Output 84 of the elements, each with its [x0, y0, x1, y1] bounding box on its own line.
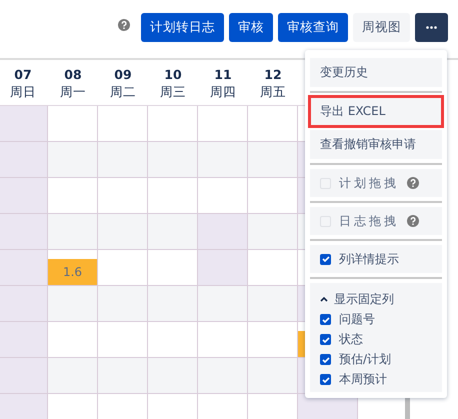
calendar-cell[interactable]: [198, 250, 248, 286]
toggle-label: 计划拖拽: [339, 174, 399, 192]
calendar-cell[interactable]: [0, 322, 48, 358]
calendar-cell[interactable]: [98, 178, 148, 214]
column-label: 本周预计: [339, 371, 387, 388]
calendar-cell[interactable]: [98, 106, 148, 142]
menu-item[interactable]: 变更历史: [310, 58, 442, 87]
calendar-cell[interactable]: [0, 358, 48, 394]
day-number: 11: [214, 66, 232, 82]
column-label: 预估/计划: [339, 351, 392, 368]
weekday-label: 周五: [260, 82, 286, 100]
toolbar-button[interactable]: 周视图: [353, 12, 410, 42]
caret-up-icon: [320, 296, 328, 302]
more-icon: [426, 26, 437, 28]
calendar-cell[interactable]: [198, 286, 248, 322]
calendar-cell[interactable]: [148, 178, 198, 214]
calendar-cell[interactable]: [0, 250, 48, 286]
calendar-cell[interactable]: [248, 106, 298, 142]
day-number: 12: [264, 66, 282, 82]
calendar-cell[interactable]: [198, 214, 248, 250]
weekday-label: 周二: [110, 82, 136, 100]
toolbar-button[interactable]: 审核查询: [278, 12, 348, 42]
column-label: 状态: [339, 331, 363, 348]
calendar-cell[interactable]: [198, 358, 248, 394]
calendar-cell[interactable]: [248, 142, 298, 178]
day-number: 07: [14, 66, 32, 82]
menu-item[interactable]: 查看撤销审核申请: [310, 130, 442, 159]
calendar-cell[interactable]: [198, 106, 248, 142]
calendar-cell[interactable]: [48, 178, 98, 214]
weekday-label: 周三: [160, 82, 186, 100]
calendar-cell[interactable]: [48, 214, 98, 250]
calendar-cell[interactable]: [48, 286, 98, 322]
weekday-label: 周日: [10, 82, 36, 100]
weekday-label: 周一: [60, 82, 86, 100]
calendar-cell[interactable]: [248, 250, 298, 286]
calendar-cell[interactable]: [248, 214, 298, 250]
calendar-cell[interactable]: [0, 142, 48, 178]
calendar-cell[interactable]: [98, 358, 148, 394]
toolbar-button[interactable]: 审核: [229, 12, 273, 42]
calendar-cell[interactable]: [198, 178, 248, 214]
calendar-cell[interactable]: [98, 142, 148, 178]
toggle-label: 列详情提示: [339, 250, 399, 268]
calendar-cell[interactable]: [248, 178, 298, 214]
calendar-cell[interactable]: [148, 214, 198, 250]
calendar-cell[interactable]: [98, 322, 148, 358]
checkbox[interactable]: [320, 334, 331, 345]
calendar-cell[interactable]: [0, 286, 48, 322]
column-label: 问题号: [339, 311, 375, 328]
checkbox[interactable]: [320, 354, 331, 365]
calendar-cell[interactable]: [148, 250, 198, 286]
toggle-label: 日志拖拽: [339, 212, 399, 230]
calendar-cell[interactable]: [148, 286, 198, 322]
calendar-cell[interactable]: [98, 214, 148, 250]
checkbox[interactable]: [320, 254, 331, 264]
help-icon: [118, 19, 130, 31]
calendar-cell[interactable]: [48, 106, 98, 142]
calendar-cell[interactable]: [198, 322, 248, 358]
checkbox[interactable]: [320, 374, 331, 385]
calendar-cell[interactable]: [48, 142, 98, 178]
calendar-cell[interactable]: [148, 358, 198, 394]
checkbox[interactable]: [320, 314, 331, 325]
calendar-cell[interactable]: [148, 106, 198, 142]
calendar-cell[interactable]: [248, 358, 298, 394]
menu-item[interactable]: 导出 EXCEL: [310, 97, 442, 126]
calendar-cell[interactable]: [0, 178, 48, 214]
day-number: 08: [64, 66, 82, 82]
calendar-cell[interactable]: [148, 322, 198, 358]
calendar-cell[interactable]: [98, 250, 148, 286]
section-toggle[interactable]: 显示固定列: [320, 290, 432, 308]
more-button[interactable]: [415, 12, 448, 42]
calendar-cell[interactable]: [248, 286, 298, 322]
calendar-cell[interactable]: [248, 322, 298, 358]
toolbar-button[interactable]: 计划转日志: [141, 12, 224, 42]
calendar-cell[interactable]: [198, 142, 248, 178]
calendar-cell[interactable]: [98, 286, 148, 322]
calendar-cell[interactable]: [48, 322, 98, 358]
weekday-label: 周四: [210, 82, 236, 100]
calendar-cell[interactable]: [0, 214, 48, 250]
day-number: 09: [114, 66, 132, 82]
day-number: 10: [164, 66, 182, 82]
calendar-cell[interactable]: [48, 358, 98, 394]
scrollbar[interactable]: [405, 398, 410, 419]
calendar-cell[interactable]: [0, 106, 48, 142]
calendar-cell[interactable]: [148, 142, 198, 178]
